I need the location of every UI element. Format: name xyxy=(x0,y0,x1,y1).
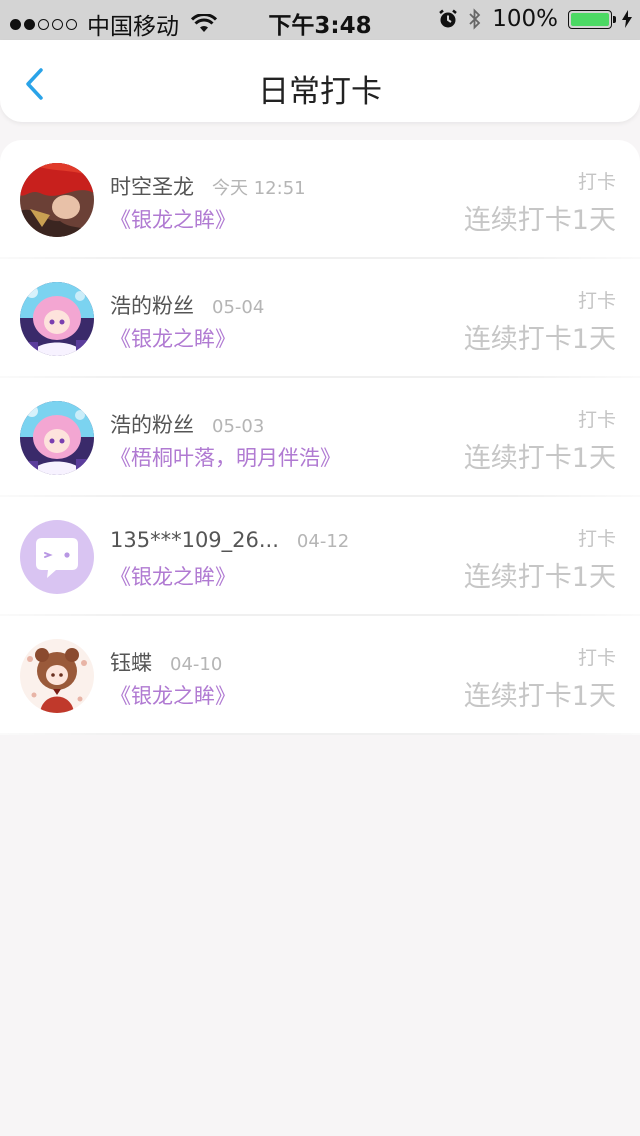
book-title[interactable]: 《银龙之眸》 xyxy=(110,680,236,710)
book-title[interactable]: 《银龙之眸》 xyxy=(110,204,236,234)
list-item[interactable]: 时空圣龙 今天 12:51 《银龙之眸》 打卡 连续打卡1天 xyxy=(0,140,640,259)
status-bar-right: 100% xyxy=(438,6,632,32)
checkin-label: 打卡 xyxy=(577,528,616,550)
user-name: 浩的粉丝 05-03 xyxy=(110,409,264,439)
pink-hair-anime-avatar xyxy=(20,401,94,475)
alarm-clock-icon xyxy=(439,9,458,28)
checkin-date: 05-03 xyxy=(212,416,265,437)
battery-icon xyxy=(568,9,616,29)
brown-hair-anime-avatar xyxy=(20,639,94,713)
user-name: 浩的粉丝 05-04 xyxy=(110,290,264,320)
checkin-date: 04-12 xyxy=(296,531,350,552)
red-hair-character-avatar xyxy=(20,163,94,237)
streak-text: 连续打卡1天 xyxy=(463,324,616,355)
avatar[interactable] xyxy=(20,163,94,237)
streak-text: 连续打卡1天 xyxy=(463,681,616,712)
user-name: 135***109_26... 04-12 xyxy=(110,528,349,552)
checkin-label: 打卡 xyxy=(577,171,616,193)
book-title[interactable]: 《银龙之眸》 xyxy=(110,561,236,591)
user-name: 时空圣龙 今天 12:51 xyxy=(110,171,306,201)
pink-hair-anime-avatar xyxy=(20,282,94,356)
default-chat-bubble-avatar xyxy=(20,520,94,594)
streak-text: 连续打卡1天 xyxy=(463,443,616,474)
list-item[interactable]: 浩的粉丝 05-03 《梧桐叶落，明月伴浩》 打卡 连续打卡1天 xyxy=(0,378,640,497)
user-name-text: 时空圣龙 xyxy=(110,175,194,199)
streak-text: 连续打卡1天 xyxy=(463,562,616,593)
list-item[interactable]: 钰蝶 04-10 《银龙之眸》 打卡 连续打卡1天 xyxy=(0,616,640,735)
page-title: 日常打卡 xyxy=(258,74,382,110)
checkin-label: 打卡 xyxy=(577,647,616,669)
streak-text: 连续打卡1天 xyxy=(463,205,616,236)
row-divider xyxy=(0,733,640,735)
checkin-date: 05-04 xyxy=(212,297,265,318)
book-title[interactable]: 《梧桐叶落，明月伴浩》 xyxy=(110,442,341,472)
checkin-date: 04-10 xyxy=(170,654,223,675)
book-title[interactable]: 《银龙之眸》 xyxy=(110,323,236,353)
avatar[interactable] xyxy=(20,639,94,713)
battery-percentage: 100% xyxy=(492,6,558,32)
battery-level xyxy=(571,12,609,26)
avatar[interactable] xyxy=(20,282,94,356)
navigation-bar: 日常打卡 xyxy=(0,40,640,122)
user-name-text: 钰蝶 xyxy=(110,651,152,675)
checkin-label: 打卡 xyxy=(577,290,616,312)
list-item[interactable]: 浩的粉丝 05-04 《银龙之眸》 打卡 连续打卡1天 xyxy=(0,259,640,378)
bluetooth-icon xyxy=(469,8,481,30)
checkin-label: 打卡 xyxy=(577,409,616,431)
avatar[interactable] xyxy=(20,401,94,475)
user-name-text: 浩的粉丝 xyxy=(110,413,194,437)
charging-bolt-icon xyxy=(622,10,632,28)
list-item[interactable]: 135***109_26... 04-12 《银龙之眸》 打卡 连续打卡1天 xyxy=(0,497,640,616)
user-name-text: 135***109_26... xyxy=(110,528,279,552)
checkin-list: 时空圣龙 今天 12:51 《银龙之眸》 打卡 连续打卡1天 浩的粉丝 05-0… xyxy=(0,140,640,735)
user-name-text: 浩的粉丝 xyxy=(110,294,194,318)
checkin-date: 今天 12:51 xyxy=(212,178,306,199)
avatar[interactable] xyxy=(20,520,94,594)
user-name: 钰蝶 04-10 xyxy=(110,647,222,677)
status-bar: 中国移动 下午3:48 100% xyxy=(0,0,640,40)
